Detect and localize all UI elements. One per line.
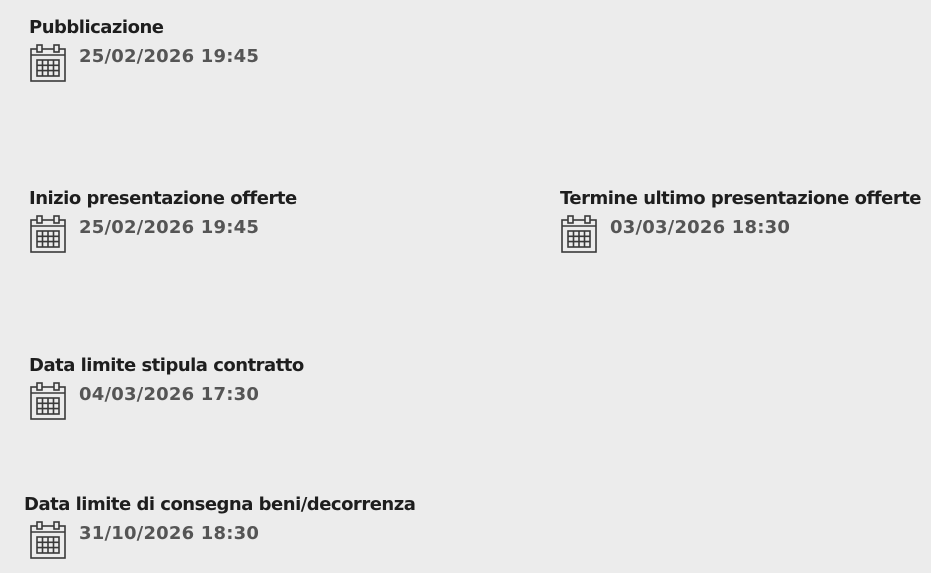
calendar-icon [561,215,597,253]
date-block-inizio-presentazione: Inizio presentazione offerte 25/02/2026 … [29,188,297,254]
date-row-stipula-contratto: 04/03/2026 17:30 [29,381,304,421]
date-label-termine-presentazione: Termine ultimo presentazione offerte [560,188,922,209]
date-row-termine-presentazione: 03/03/2026 18:30 [560,214,921,254]
date-value-stipula-contratto: 04/03/2026 17:30 [79,384,260,405]
date-row-pubblicazione: 25/02/2026 19:45 [29,43,259,83]
date-value-pubblicazione: 25/02/2026 19:45 [79,46,260,67]
date-value-termine-presentazione: 03/03/2026 18:30 [610,217,791,238]
date-value-consegna-beni: 31/10/2026 18:30 [79,523,260,544]
date-block-termine-presentazione: Termine ultimo presentazione offerte 03/… [560,188,922,254]
calendar-icon [30,382,66,420]
date-block-stipula-contratto: Data limite stipula contratto 04/03/2026… [29,355,304,421]
date-block-consegna-beni: Data limite di consegna beni/decorrenza … [24,494,416,560]
date-value-inizio-presentazione: 25/02/2026 19:45 [79,217,260,238]
date-label-inizio-presentazione: Inizio presentazione offerte [29,188,297,209]
date-row-consegna-beni: 31/10/2026 18:30 [29,520,415,560]
date-label-pubblicazione: Pubblicazione [29,17,164,38]
date-row-inizio-presentazione: 25/02/2026 19:45 [29,214,297,254]
date-label-consegna-beni: Data limite di consegna beni/decorrenza [24,494,416,515]
calendar-icon [30,521,66,559]
calendar-icon [30,44,66,82]
date-label-stipula-contratto: Data limite stipula contratto [29,355,304,376]
date-block-pubblicazione: Pubblicazione 25/02/2026 19:45 [29,17,259,83]
calendar-icon [30,215,66,253]
